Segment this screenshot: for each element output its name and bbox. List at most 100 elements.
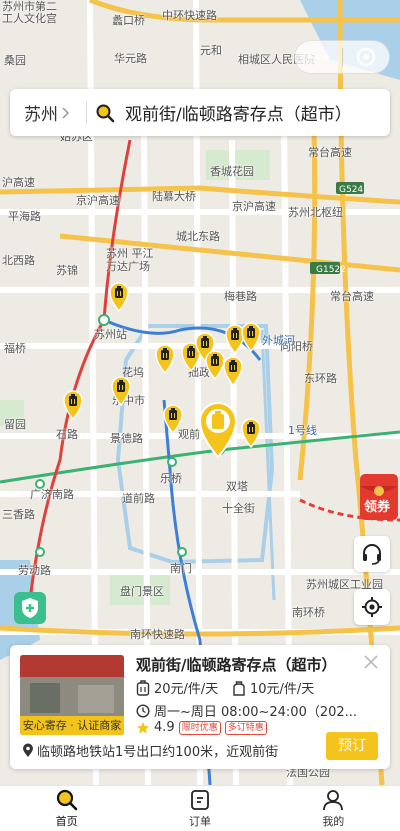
map-label: 道前路 bbox=[122, 492, 155, 505]
map-label: 外城河 bbox=[262, 334, 295, 347]
store-photo: 安心寄存 · 认证商家 bbox=[20, 655, 124, 735]
tab-bar: 首页 订单 我的 bbox=[0, 785, 400, 831]
map-label: 城北东路 bbox=[176, 230, 220, 243]
promo-badge: 限时优惠 bbox=[178, 720, 221, 735]
tab-home[interactable]: 首页 bbox=[0, 786, 133, 831]
coupon-button[interactable]: 领券 bbox=[356, 472, 400, 522]
headset-icon bbox=[363, 544, 381, 565]
map-label: 南环快速路 bbox=[130, 628, 185, 641]
address-text: 临顿路地铁站1号出口约100米，近观前街 bbox=[37, 745, 279, 760]
coupon-label: 领券 bbox=[364, 500, 391, 515]
svg-text:G524: G524 bbox=[339, 185, 363, 195]
storage-location-pin[interactable] bbox=[110, 376, 132, 407]
locate-me-button[interactable] bbox=[354, 589, 390, 625]
map-label: 三香路 bbox=[2, 508, 35, 521]
map-label: 苏锦 bbox=[56, 264, 78, 277]
map-label: 中环快速路 bbox=[162, 9, 217, 22]
map-label: 元和 bbox=[200, 44, 222, 57]
map-label: 陆慕大桥 bbox=[152, 190, 196, 203]
map-label: 双塔 bbox=[226, 480, 248, 493]
map-label: 香城花园 bbox=[210, 165, 254, 178]
map-label: 华元路 bbox=[114, 52, 147, 65]
bag-small-icon bbox=[233, 680, 245, 696]
chevron-right-icon bbox=[62, 106, 70, 119]
map-label: 广济南路 bbox=[30, 488, 74, 501]
mini-program-capsule bbox=[294, 40, 390, 74]
map-label: 苏州北枢纽 bbox=[288, 206, 343, 219]
locate-icon bbox=[362, 597, 382, 617]
shield-plus-icon bbox=[22, 598, 38, 618]
map-label: 景德路 bbox=[110, 432, 143, 445]
map-label: 盘门景区 bbox=[120, 585, 164, 598]
map-label: 北西路 bbox=[2, 254, 35, 267]
map-label: 乐桥 bbox=[160, 472, 182, 485]
safety-shield-button[interactable] bbox=[14, 592, 46, 624]
customer-service-button[interactable] bbox=[354, 536, 390, 572]
city-selector[interactable]: 苏州 bbox=[10, 100, 78, 125]
book-button[interactable]: 预订 bbox=[326, 732, 378, 760]
clock-icon bbox=[136, 703, 150, 718]
map-label: 1号线 bbox=[288, 424, 317, 437]
map-label: 工人文化宫 bbox=[2, 12, 57, 25]
star-icon bbox=[137, 721, 149, 734]
map-label: 桑园 bbox=[4, 54, 26, 67]
tab-home-label: 首页 bbox=[55, 815, 78, 828]
storage-location-pin[interactable] bbox=[162, 404, 184, 435]
map-label: 梅巷路 bbox=[224, 290, 257, 303]
price-large: 20元/件/天 bbox=[136, 678, 218, 697]
city-label: 苏州 bbox=[24, 105, 58, 125]
business-hours: 周一~周日 08:00~24:00（202... bbox=[136, 701, 357, 720]
person-icon bbox=[323, 790, 344, 811]
storage-location-pin[interactable] bbox=[240, 418, 262, 449]
price-small-text: 10元/件/天 bbox=[250, 682, 315, 697]
tab-me-label: 我的 bbox=[322, 815, 345, 828]
storage-location-pin[interactable] bbox=[222, 356, 244, 387]
search-query: 观前街/临顿路寄存点（超市） bbox=[125, 105, 352, 125]
map-label: 常台高速 bbox=[330, 290, 374, 303]
certified-tag: 安心寄存 · 认证商家 bbox=[20, 716, 124, 735]
tab-me[interactable]: 我的 bbox=[267, 786, 400, 831]
store-card[interactable]: 安心寄存 · 认证商家 观前街/临顿路寄存点（超市） 20元/件/天 10元/件… bbox=[10, 645, 390, 769]
map-label: 沪高速 bbox=[2, 176, 35, 189]
store-name: 观前街/临顿路寄存点（超市） bbox=[136, 656, 337, 674]
storage-location-pin[interactable] bbox=[62, 390, 84, 421]
rating-value: 4.9 bbox=[154, 720, 175, 735]
map-label: 劳动路 bbox=[18, 564, 51, 577]
tab-orders[interactable]: 订单 bbox=[133, 786, 266, 831]
storage-location-pin[interactable] bbox=[108, 282, 130, 313]
map-label: 京沪高速 bbox=[76, 194, 120, 207]
map-label: 石路 bbox=[56, 428, 78, 441]
map-label: 南门 bbox=[170, 562, 192, 575]
selected-location-pin[interactable] bbox=[197, 402, 239, 459]
price-small: 10元/件/天 bbox=[232, 678, 314, 697]
rating-row: 4.9 限时优惠 多订特惠 bbox=[136, 720, 267, 735]
map-label: 十全街 bbox=[222, 502, 255, 515]
storage-location-pin[interactable] bbox=[154, 344, 176, 375]
store-address: 临顿路地铁站1号出口约100米，近观前街 bbox=[22, 741, 278, 760]
map-label: 常台高速 bbox=[308, 146, 352, 159]
map-label: 留园 bbox=[4, 418, 26, 431]
map-label: 苏州站 bbox=[94, 328, 127, 341]
map-label: 京沪高速 bbox=[232, 200, 276, 213]
close-miniprogram-icon[interactable] bbox=[343, 41, 390, 73]
storage-location-pin[interactable] bbox=[240, 322, 262, 353]
search-icon bbox=[56, 789, 77, 811]
more-icon[interactable] bbox=[295, 41, 342, 73]
map-label: 福桥 bbox=[4, 342, 26, 355]
order-icon bbox=[191, 790, 209, 810]
tab-orders-label: 订单 bbox=[188, 815, 211, 828]
map-label: 东环路 bbox=[304, 372, 337, 385]
map-label: 南环桥 bbox=[292, 606, 325, 619]
hours-text: 周一~周日 08:00~24:00（202... bbox=[154, 705, 358, 720]
search-icon bbox=[96, 104, 115, 122]
luggage-large-icon bbox=[136, 679, 150, 696]
svg-text:G1522: G1522 bbox=[316, 265, 346, 275]
close-icon[interactable] bbox=[362, 653, 380, 671]
location-pin-icon bbox=[23, 743, 33, 757]
price-large-text: 20元/件/天 bbox=[154, 682, 219, 697]
map-label: 万达广场 bbox=[106, 260, 150, 273]
search-bar[interactable]: 苏州 观前街/临顿路寄存点（超市） bbox=[10, 89, 390, 136]
map-label: 平海路 bbox=[8, 210, 41, 223]
map-label: 苏州 平江 bbox=[106, 247, 154, 260]
map-label: 蠡口桥 bbox=[112, 14, 145, 27]
